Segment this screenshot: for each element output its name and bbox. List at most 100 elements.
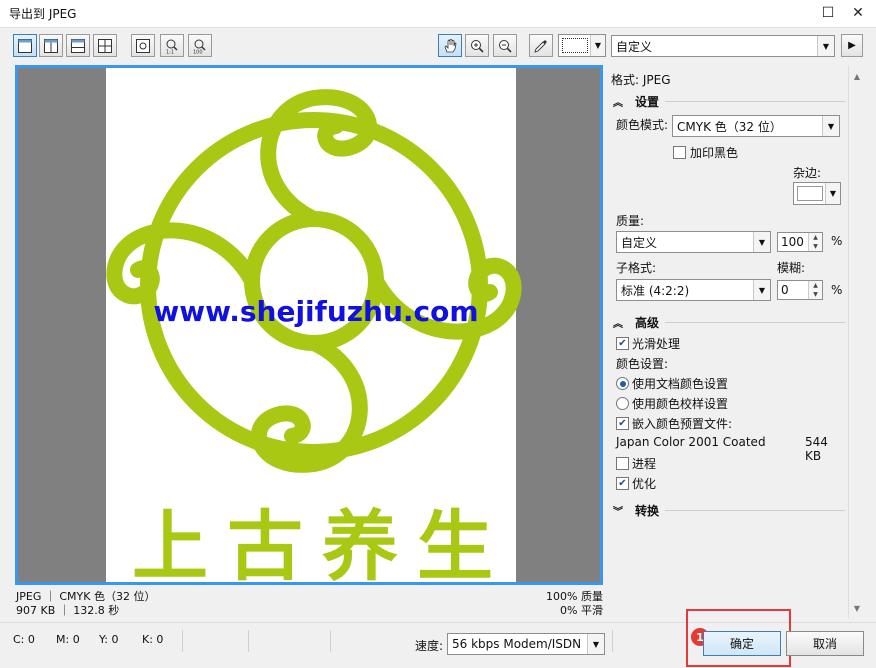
radio-empty-icon [616,397,629,410]
zoom-out-icon [499,39,512,53]
preview-pane[interactable]: www.shejifuzhu.com 上 古 养 生 [15,65,603,585]
quality-label: 质量: [616,214,645,228]
matte-color-picker[interactable]: ▼ [558,34,606,57]
svg-text:100: 100 [193,49,203,54]
radio-selected-icon [616,377,629,390]
chevron-down-icon: ▼ [753,280,770,300]
cancel-button[interactable]: 取消 [786,631,864,656]
subformat-combo[interactable]: 标准 (4:2:2) ▼ [616,279,771,301]
profile-name: Japan Color 2001 Coated [616,435,766,449]
quality-percent: % [831,234,843,248]
matte-swatch-picker[interactable]: ▼ [793,182,841,205]
checkbox-box [616,457,629,470]
fit-page-button[interactable] [131,34,155,57]
blur-percent: % [831,283,843,297]
black-value: K: 0 [142,633,164,646]
info-size: 907 KB ｜ 132.8 秒 [16,604,120,617]
spinner-arrows-icon: ▲ ▼ [808,233,822,251]
pan-hand-button[interactable] [438,34,462,57]
logo-char-1: 上 [132,502,208,582]
chevron-down-icon: ▼ [822,116,839,136]
split-vertical-icon [44,38,58,53]
zoom-in-icon [471,39,484,53]
zoom-in-button[interactable] [465,34,489,57]
preset-combo[interactable]: 自定义 ▼ [611,35,835,57]
zoom-100-button[interactable]: 100 [188,34,212,57]
eyedropper-button[interactable] [529,34,553,57]
antialias-checkbox[interactable]: ✔ 光滑处理 [616,335,680,352]
logo-char-2: 古 [227,502,303,582]
color-swatch [797,186,823,201]
zoom-1to1-button[interactable]: 1:1 [160,34,184,57]
yellow-value: Y: 0 [99,633,119,646]
spinner-arrows-icon: ▲ ▼ [808,281,822,299]
split-horizontal-button[interactable] [66,34,90,57]
logo-ring [140,112,488,460]
use-proof-color-radio[interactable]: 使用颜色校样设置 [616,395,728,412]
logo-graphic: www.shejifuzhu.com 上 古 养 生 [106,89,522,582]
chevron-down-icon: ▼ [817,36,834,56]
zoom-out-button[interactable] [493,34,517,57]
checkbox-box [673,146,686,159]
scroll-up-icon[interactable]: ▲ [849,68,865,84]
url-watermark: www.shejifuzhu.com [153,295,478,328]
settings-panel: 格式: JPEG ︽ 设置 颜色模式: CMYK 色（32 位） ▼ 加印黑色 … [610,66,846,616]
svg-text:1:1: 1:1 [166,49,174,54]
window-title: 导出到 JPEG [9,7,77,21]
quality-spinner[interactable]: 100 ▲ ▼ [777,232,823,252]
chevron-down-icon: ▼ [587,634,604,654]
quad-view-icon [98,38,112,53]
color-settings-label: 颜色设置: [616,357,669,371]
info-smoothing: 0% 平滑 [560,604,603,617]
settings-scrollbar[interactable]: ▲ ▼ [848,66,865,618]
checkmark-icon: ✔ [616,477,629,490]
embed-profile-checkbox[interactable]: ✔ 嵌入颜色预置文件: [616,415,732,432]
logo-left-swirl [106,222,260,305]
title-bar: 导出到 JPEG ☐ ✕ [0,0,876,28]
profile-size: 544 KB [805,435,828,463]
maximize-icon[interactable]: ☐ [814,2,842,24]
settings-section-header[interactable]: ︽ 设置 [613,93,845,110]
scroll-down-icon[interactable]: ▼ [849,600,865,616]
single-view-button[interactable] [13,34,37,57]
chevron-down-icon: ▼ [753,232,770,252]
speed-combo[interactable]: 56 kbps Modem/ISDN ▼ [447,633,605,655]
subformat-label: 子格式: [616,261,657,275]
eyedropper-icon [534,39,547,53]
chevron-down-icon: ▼ [825,183,840,204]
overprint-black-checkbox[interactable]: 加印黑色 [673,144,738,161]
fit-page-icon [136,38,150,53]
zoom-1to1-icon: 1:1 [166,39,178,54]
split-vertical-button[interactable] [39,34,63,57]
preset-combo-value: 自定义 [616,39,653,54]
blur-label: 模糊: [777,261,806,275]
preset-options-button[interactable]: ▶ [841,34,863,57]
chevron-down-double-icon: ︾ [613,507,623,518]
checkmark-icon: ✔ [616,417,629,430]
play-arrow-icon: ▶ [848,40,856,51]
magenta-value: M: 0 [56,633,80,646]
hand-icon [444,38,457,52]
quality-combo[interactable]: 自定义 ▼ [616,231,771,253]
advanced-section-header[interactable]: ︽ 高级 [613,314,845,331]
blur-spinner[interactable]: 0 ▲ ▼ [777,280,823,300]
ok-button[interactable]: 确定 [703,631,781,656]
optimize-checkbox[interactable]: ✔ 优化 [616,475,656,492]
matte-label: 杂边: [793,166,822,180]
transform-section-header[interactable]: ︾ 转换 [613,502,845,519]
color-swatch [562,38,588,53]
chevron-up-icon: ︽ [613,98,623,109]
logo-char-3: 养 [322,502,398,582]
cyan-value: C: 0 [13,633,35,646]
chevron-down-icon: ▼ [590,35,605,56]
chevron-up-icon: ︽ [613,319,623,330]
progressive-checkbox[interactable]: 进程 [616,455,656,472]
color-mode-label: 颜色模式: [616,118,669,132]
color-mode-combo[interactable]: CMYK 色（32 位） ▼ [672,115,840,137]
logo-char-4: 生 [417,502,493,582]
use-document-color-radio[interactable]: 使用文档颜色设置 [616,375,728,392]
quad-view-button[interactable] [93,34,117,57]
format-label: 格式: JPEG [611,73,671,87]
close-icon[interactable]: ✕ [844,2,872,24]
speed-label: 速度: [415,639,444,653]
